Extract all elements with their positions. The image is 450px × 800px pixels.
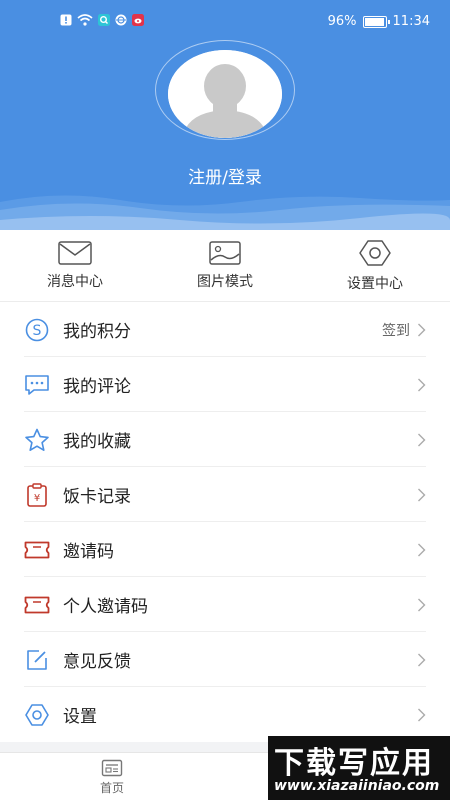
status-time: 11:34: [392, 14, 430, 29]
nav-tab-label: 首页: [99, 781, 124, 795]
menu-item-comments[interactable]: 我的评论: [0, 357, 450, 412]
menu-item-label: 我的积分: [63, 322, 131, 342]
browser-icon: [115, 14, 127, 26]
menu-item-label: 我的收藏: [63, 432, 131, 452]
news-icon: [101, 759, 123, 777]
status-icons: [60, 14, 144, 26]
chevron-right-icon: [418, 433, 426, 447]
watermark: 下载写应用 www.xiazaiiniao.com: [268, 736, 450, 800]
alert-icon: [60, 14, 72, 26]
settings-icon: [25, 703, 49, 726]
battery-icon: [362, 15, 390, 28]
status-bar: 96% 11:34: [0, 10, 450, 34]
battery-percent: 96%: [327, 14, 357, 29]
menu-item-label: 我的评论: [63, 377, 131, 397]
wifi-icon: [77, 14, 93, 26]
menu-item-invite-code[interactable]: 邀请码: [0, 522, 450, 577]
quick-actions: 消息中心 图片模式 设置中心: [0, 230, 450, 302]
ticket-icon: [24, 541, 50, 558]
check-in-label[interactable]: 签到: [382, 320, 410, 340]
quick-item-image-mode[interactable]: 图片模式: [150, 230, 300, 302]
chevron-right-icon: [418, 708, 426, 722]
menu-item-label: 邀请码: [63, 542, 114, 562]
quick-item-messages[interactable]: 消息中心: [0, 230, 150, 302]
chevron-right-icon: [418, 653, 426, 667]
quick-item-label: 图片模式: [197, 274, 253, 290]
meal-card-icon: ¥: [27, 482, 47, 507]
watermark-url: www.xiazaiiniao.com: [274, 778, 440, 794]
star-icon: [25, 428, 49, 451]
menu-item-points[interactable]: S 我的积分 签到: [0, 302, 450, 357]
watermark-title: 下载写应用: [274, 746, 434, 781]
image-icon: [209, 241, 241, 265]
ticket-icon: [24, 596, 50, 613]
profile-header: 96% 11:34 注册/登录: [0, 0, 450, 230]
menu-list: S 我的积分 签到 我的评论 我的收藏 ¥ 饭卡记录 邀请码 个人邀请码 意见反…: [0, 302, 450, 742]
menu-item-label: 设置: [63, 707, 97, 727]
nav-tab-home[interactable]: 首页: [92, 759, 132, 796]
menu-item-personal-invite-code[interactable]: 个人邀请码: [0, 577, 450, 632]
chevron-right-icon: [418, 598, 426, 612]
quick-item-settings[interactable]: 设置中心: [300, 230, 450, 302]
menu-item-feedback[interactable]: 意见反馈: [0, 632, 450, 687]
svg-text:S: S: [33, 323, 42, 339]
points-icon: S: [25, 318, 49, 341]
mail-icon: [58, 241, 92, 265]
menu-item-label: 饭卡记录: [63, 487, 131, 507]
menu-item-settings[interactable]: 设置: [0, 687, 450, 742]
quick-item-label: 消息中心: [47, 274, 103, 290]
default-avatar-icon: [168, 50, 282, 138]
chevron-right-icon: [418, 323, 426, 337]
chevron-right-icon: [418, 543, 426, 557]
menu-item-favorites[interactable]: 我的收藏: [0, 412, 450, 467]
weibo-icon: [132, 14, 144, 26]
svg-text:¥: ¥: [34, 493, 40, 504]
gear-icon: [359, 240, 391, 266]
quick-item-label: 设置中心: [347, 276, 403, 292]
chevron-right-icon: [418, 378, 426, 392]
avatar[interactable]: [168, 50, 282, 138]
chevron-right-icon: [418, 488, 426, 502]
status-right: 96% 11:34: [328, 14, 430, 29]
edit-icon: [27, 649, 47, 670]
menu-item-meal-card[interactable]: ¥ 饭卡记录: [0, 467, 450, 522]
search-app-icon: [98, 14, 110, 26]
menu-item-label: 个人邀请码: [63, 597, 148, 617]
header-wave: [0, 195, 450, 230]
menu-item-label: 意见反馈: [63, 652, 131, 672]
comment-icon: [25, 374, 49, 395]
